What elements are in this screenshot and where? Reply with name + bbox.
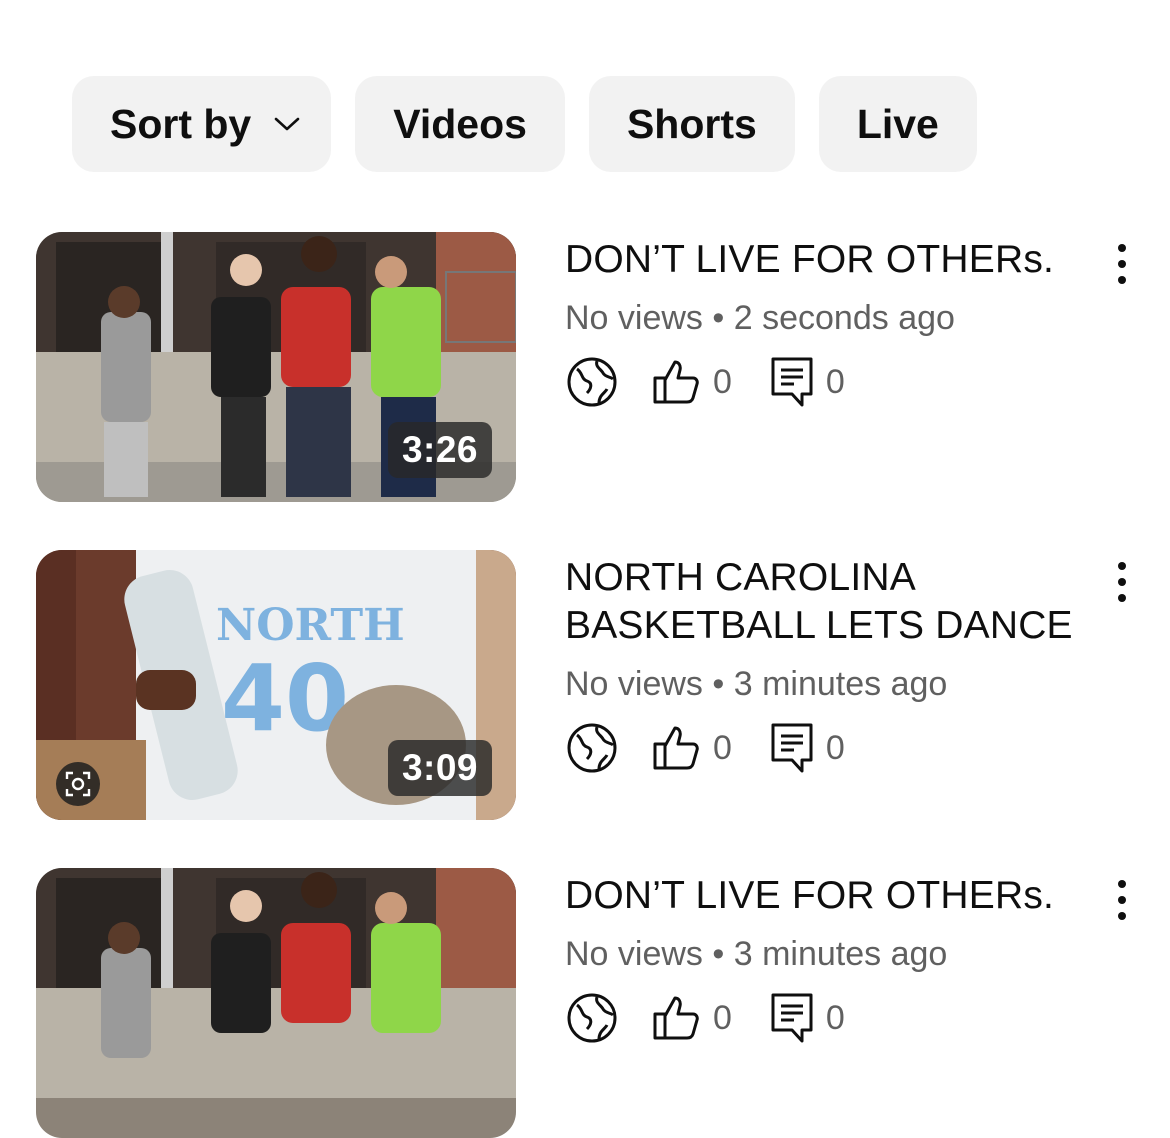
like-count: 0 xyxy=(713,362,732,401)
chevron-down-icon xyxy=(273,115,301,133)
video-title[interactable]: NORTH CAROLINA BASKETBALL LETS DANCE xyxy=(565,554,1085,650)
more-options-icon[interactable] xyxy=(1110,558,1134,606)
like-count: 0 xyxy=(713,998,732,1037)
separator: • xyxy=(712,935,725,973)
globe-icon xyxy=(565,991,619,1045)
comment-count: 0 xyxy=(825,728,845,767)
view-count: No views xyxy=(565,935,703,973)
sort-by-button[interactable]: Sort by xyxy=(72,76,332,172)
video-stats-line: No views • 3 minutes ago xyxy=(565,662,1085,706)
separator: • xyxy=(712,665,725,703)
chip-live[interactable]: Live xyxy=(818,76,977,172)
separator: • xyxy=(712,299,725,337)
upload-time: 2 seconds ago xyxy=(733,299,955,337)
thumbs-up-icon[interactable] xyxy=(651,358,701,406)
comment-icon[interactable] xyxy=(770,992,814,1044)
video-engagement: 0 0 xyxy=(565,354,1085,410)
video-engagement: 0 0 xyxy=(565,720,1085,776)
video-engagement: 0 0 xyxy=(565,990,1085,1046)
video-meta: DON’T LIVE FOR OTHERs. No views • 2 seco… xyxy=(565,232,1085,410)
more-options-icon[interactable] xyxy=(1110,876,1134,924)
video-meta: NORTH CAROLINA BASKETBALL LETS DANCE No … xyxy=(565,550,1085,776)
video-stats-line: No views • 2 seconds ago xyxy=(565,296,1085,340)
video-title[interactable]: DON’T LIVE FOR OTHERs. xyxy=(565,236,1085,284)
comment-count: 0 xyxy=(825,362,845,401)
video-title[interactable]: DON’T LIVE FOR OTHERs. xyxy=(565,872,1085,920)
chip-videos[interactable]: Videos xyxy=(355,76,565,172)
video-thumbnail[interactable] xyxy=(36,868,516,1138)
video-duration: 3:09 xyxy=(387,740,492,796)
chip-shorts[interactable]: Shorts xyxy=(588,76,795,172)
video-item[interactable]: DON’T LIVE FOR OTHERs. No views • 3 minu… xyxy=(36,868,1146,1138)
video-thumbnail[interactable]: 3:26 xyxy=(36,232,516,502)
like-count: 0 xyxy=(713,728,732,767)
svg-text:NORTH: NORTH xyxy=(216,600,405,651)
comment-icon[interactable] xyxy=(770,356,814,408)
video-stats-line: No views • 3 minutes ago xyxy=(565,932,1085,976)
video-duration: 3:26 xyxy=(387,422,492,478)
upload-time: 3 minutes ago xyxy=(733,935,948,973)
globe-icon xyxy=(565,721,619,775)
sort-by-label: Sort by xyxy=(110,100,252,147)
upload-time: 3 minutes ago xyxy=(733,665,948,703)
globe-icon xyxy=(565,355,619,409)
comment-count: 0 xyxy=(825,998,845,1037)
filter-chip-bar: Sort by Videos Shorts Live xyxy=(72,76,977,172)
video-thumbnail[interactable]: NORTH 40 3:09 xyxy=(36,550,516,820)
thumbs-up-icon[interactable] xyxy=(651,994,701,1042)
view-count: No views xyxy=(565,665,703,703)
thumbnail-image xyxy=(36,868,516,1138)
lens-icon[interactable] xyxy=(56,762,100,806)
video-item[interactable]: 3:26 DON’T LIVE FOR OTHERs. No views • 2… xyxy=(36,232,1146,502)
more-options-icon[interactable] xyxy=(1110,240,1134,288)
thumbs-up-icon[interactable] xyxy=(651,724,701,772)
video-meta: DON’T LIVE FOR OTHERs. No views • 3 minu… xyxy=(565,868,1085,1046)
comment-icon[interactable] xyxy=(770,722,814,774)
view-count: No views xyxy=(565,299,703,337)
video-item[interactable]: NORTH 40 3:09 NORTH CAROLINA BASKETBALL … xyxy=(36,550,1146,820)
